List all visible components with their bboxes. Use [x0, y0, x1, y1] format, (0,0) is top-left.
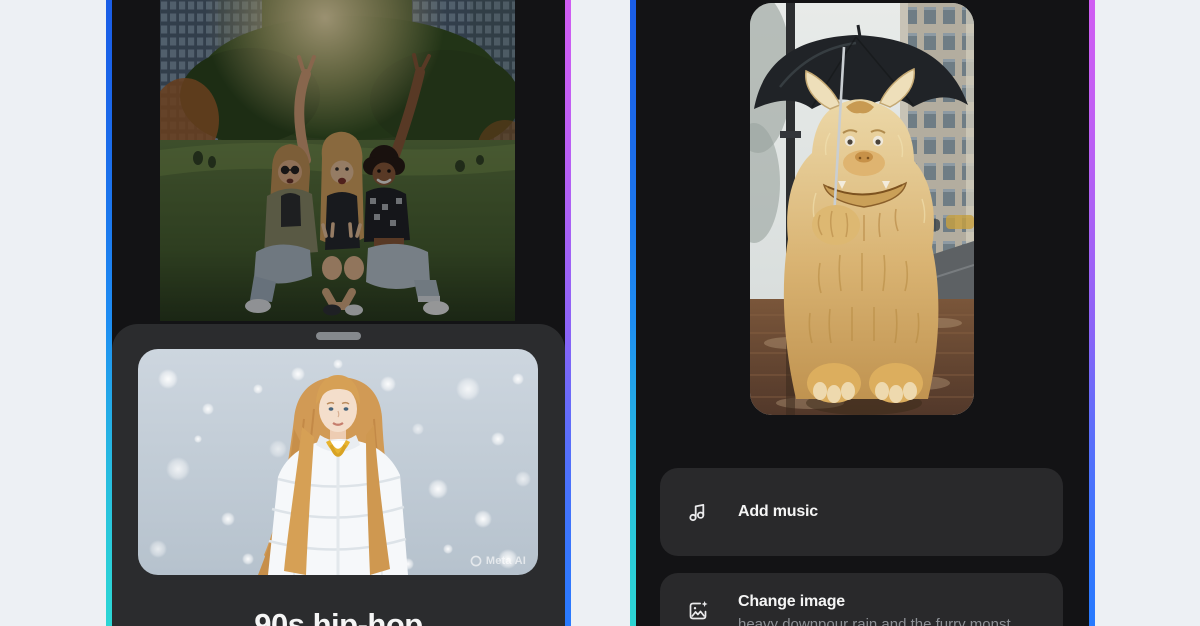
change-image-subtitle: heavy downpour rain and the furry monst [738, 616, 1011, 626]
left-phone-screen: Meta AI 90s hip-hop [112, 0, 565, 626]
watermark-label: Meta AI [486, 555, 526, 567]
add-music-button[interactable]: Add music [660, 468, 1063, 556]
canvas: Meta AI 90s hip-hop [0, 0, 1200, 626]
dim-overlay [160, 0, 515, 321]
music-note-icon [686, 500, 710, 524]
change-image-text: Change image heavy downpour rain and the… [738, 593, 1011, 626]
change-image-button[interactable]: Change image heavy downpour rain and the… [660, 573, 1063, 626]
meta-ai-logo-icon [470, 555, 482, 567]
add-music-label: Add music [738, 503, 818, 521]
change-image-label: Change image [738, 593, 1011, 611]
music-genre-title: 90s hip-hop [112, 607, 565, 626]
yeti-umbrella-photo [750, 3, 974, 415]
right-phone-screen: Add music Change image heavy downpour ra… [636, 0, 1089, 626]
meta-ai-watermark: Meta AI [470, 555, 526, 567]
image-sparkle-icon [686, 599, 710, 623]
drag-handle-icon[interactable] [316, 332, 361, 340]
friends-park-photo [160, 0, 515, 321]
left-phone: Meta AI 90s hip-hop [106, 0, 571, 626]
video-preview-card[interactable]: Meta AI [138, 349, 538, 575]
music-bottom-sheet: Meta AI 90s hip-hop [112, 324, 565, 626]
right-phone: Add music Change image heavy downpour ra… [630, 0, 1095, 626]
